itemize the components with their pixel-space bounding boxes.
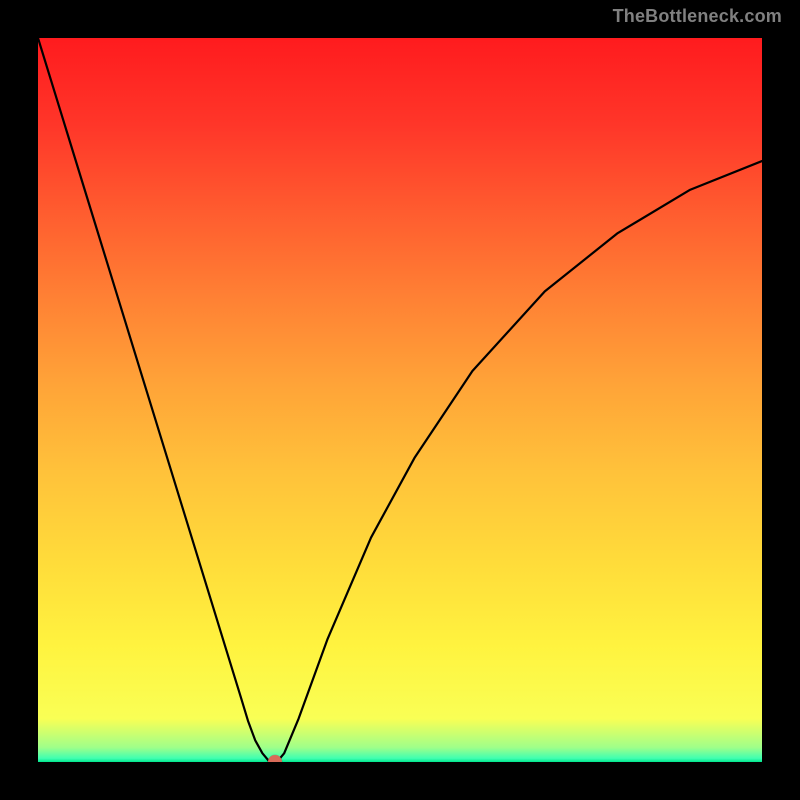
plot-area <box>38 38 762 762</box>
chart-frame: TheBottleneck.com <box>0 0 800 800</box>
optimum-marker-icon <box>268 755 282 762</box>
gradient-background <box>38 38 762 762</box>
watermark-text: TheBottleneck.com <box>613 6 782 27</box>
